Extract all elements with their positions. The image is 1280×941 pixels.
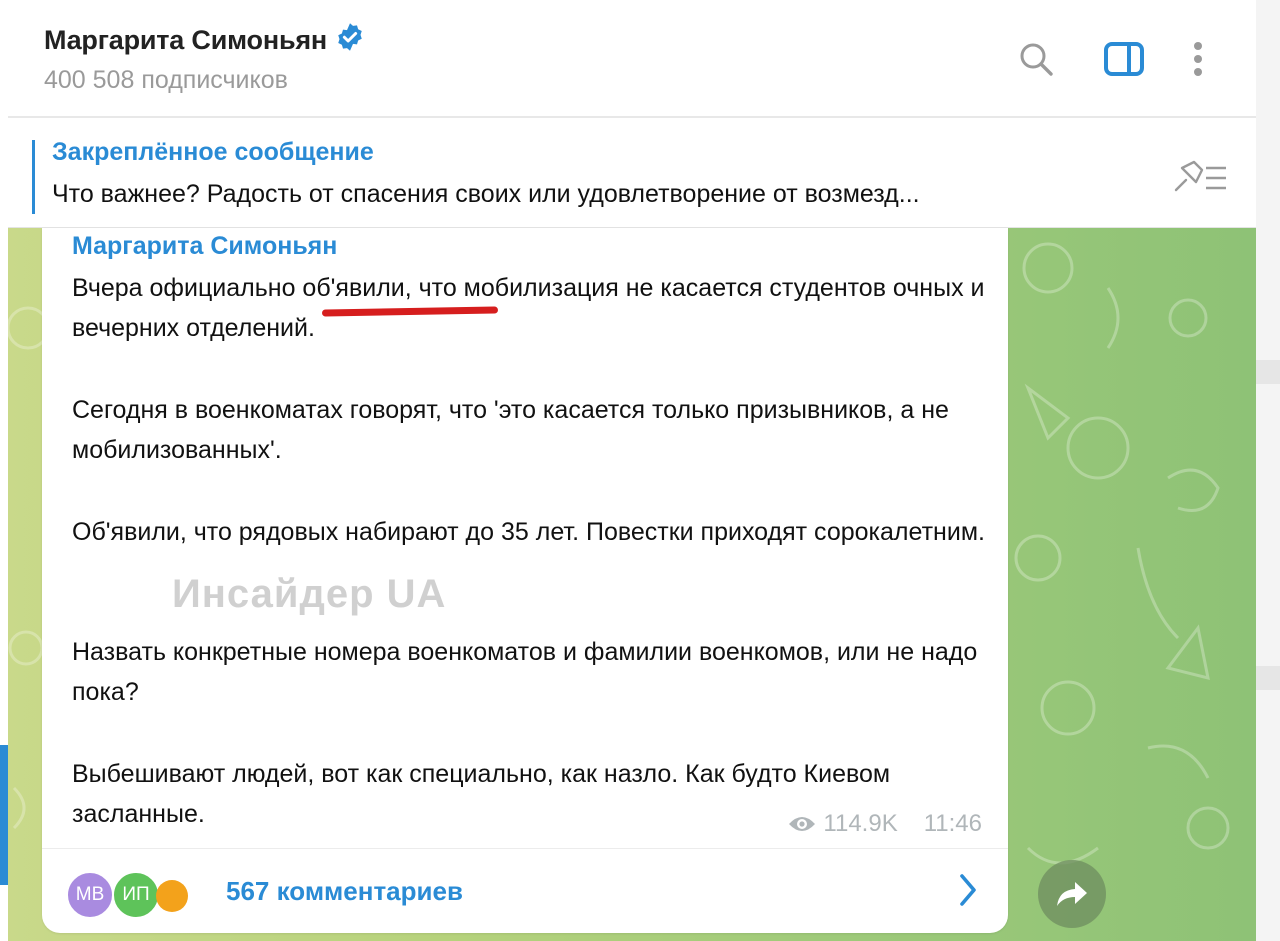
message-bubble[interactable]: Маргарита Симоньян Вчера официально об'я… [42, 228, 1008, 933]
pin-list-icon [1174, 160, 1226, 192]
message-paragraph: Об'явили, что рядовых набирают до 35 лет… [72, 518, 985, 546]
message-paragraph: Назвать конкретные номера военкоматов и … [72, 638, 978, 706]
avatar: МВ [66, 871, 114, 919]
pinned-text: Что важнее? Радость от спасения своих ил… [52, 180, 920, 208]
channel-name: Маргарита Симоньян [44, 25, 327, 55]
message-paragraph: Вчера официально об'явили, что мобилизац… [72, 274, 985, 342]
watermark: Инсайдер UA [172, 572, 447, 616]
pinned-message-bar[interactable]: Закреплённое сообщение Что важнее? Радос… [8, 120, 1256, 228]
divider [42, 848, 1008, 849]
sidebar-toggle-icon [1104, 42, 1144, 76]
comments-button[interactable]: МВ ИП 567 комментариев [42, 850, 1008, 933]
share-button[interactable] [1038, 860, 1106, 928]
message-time: 11:46 [923, 810, 982, 837]
chat-header: Маргарита Симоньян 400 508 подписчиков [8, 0, 1256, 118]
pinned-list-button[interactable] [1168, 158, 1232, 198]
more-icon [1194, 42, 1202, 76]
subscriber-count: 400 508 подписчиков [44, 66, 288, 94]
left-accent-bar [0, 745, 8, 885]
comments-count: 567 комментариев [226, 876, 463, 906]
message-sender[interactable]: Маргарита Симоньян [72, 232, 337, 261]
window-edge [1256, 0, 1280, 941]
channel-title[interactable]: Маргарита Симоньян [44, 22, 365, 59]
search-button[interactable] [1008, 34, 1064, 84]
eye-icon [789, 817, 816, 831]
view-count: 114.9K [823, 810, 898, 837]
verified-icon [335, 22, 365, 59]
more-button[interactable] [1176, 34, 1220, 84]
share-arrow-icon [1057, 882, 1087, 906]
edge-mark [1256, 360, 1280, 384]
search-icon [1020, 43, 1053, 76]
message-meta: 114.9K 11:46 [787, 810, 982, 838]
edge-mark [1256, 666, 1280, 690]
chevron-right-icon [960, 874, 976, 906]
avatar: ИП [112, 871, 160, 919]
message-paragraph: Сегодня в военкоматах говорят, что 'это … [72, 396, 949, 464]
avatar [156, 880, 188, 912]
sidebar-toggle-button[interactable] [1096, 34, 1152, 84]
pinned-label: Закреплённое сообщение [52, 138, 374, 166]
pinned-indicator [32, 140, 35, 214]
